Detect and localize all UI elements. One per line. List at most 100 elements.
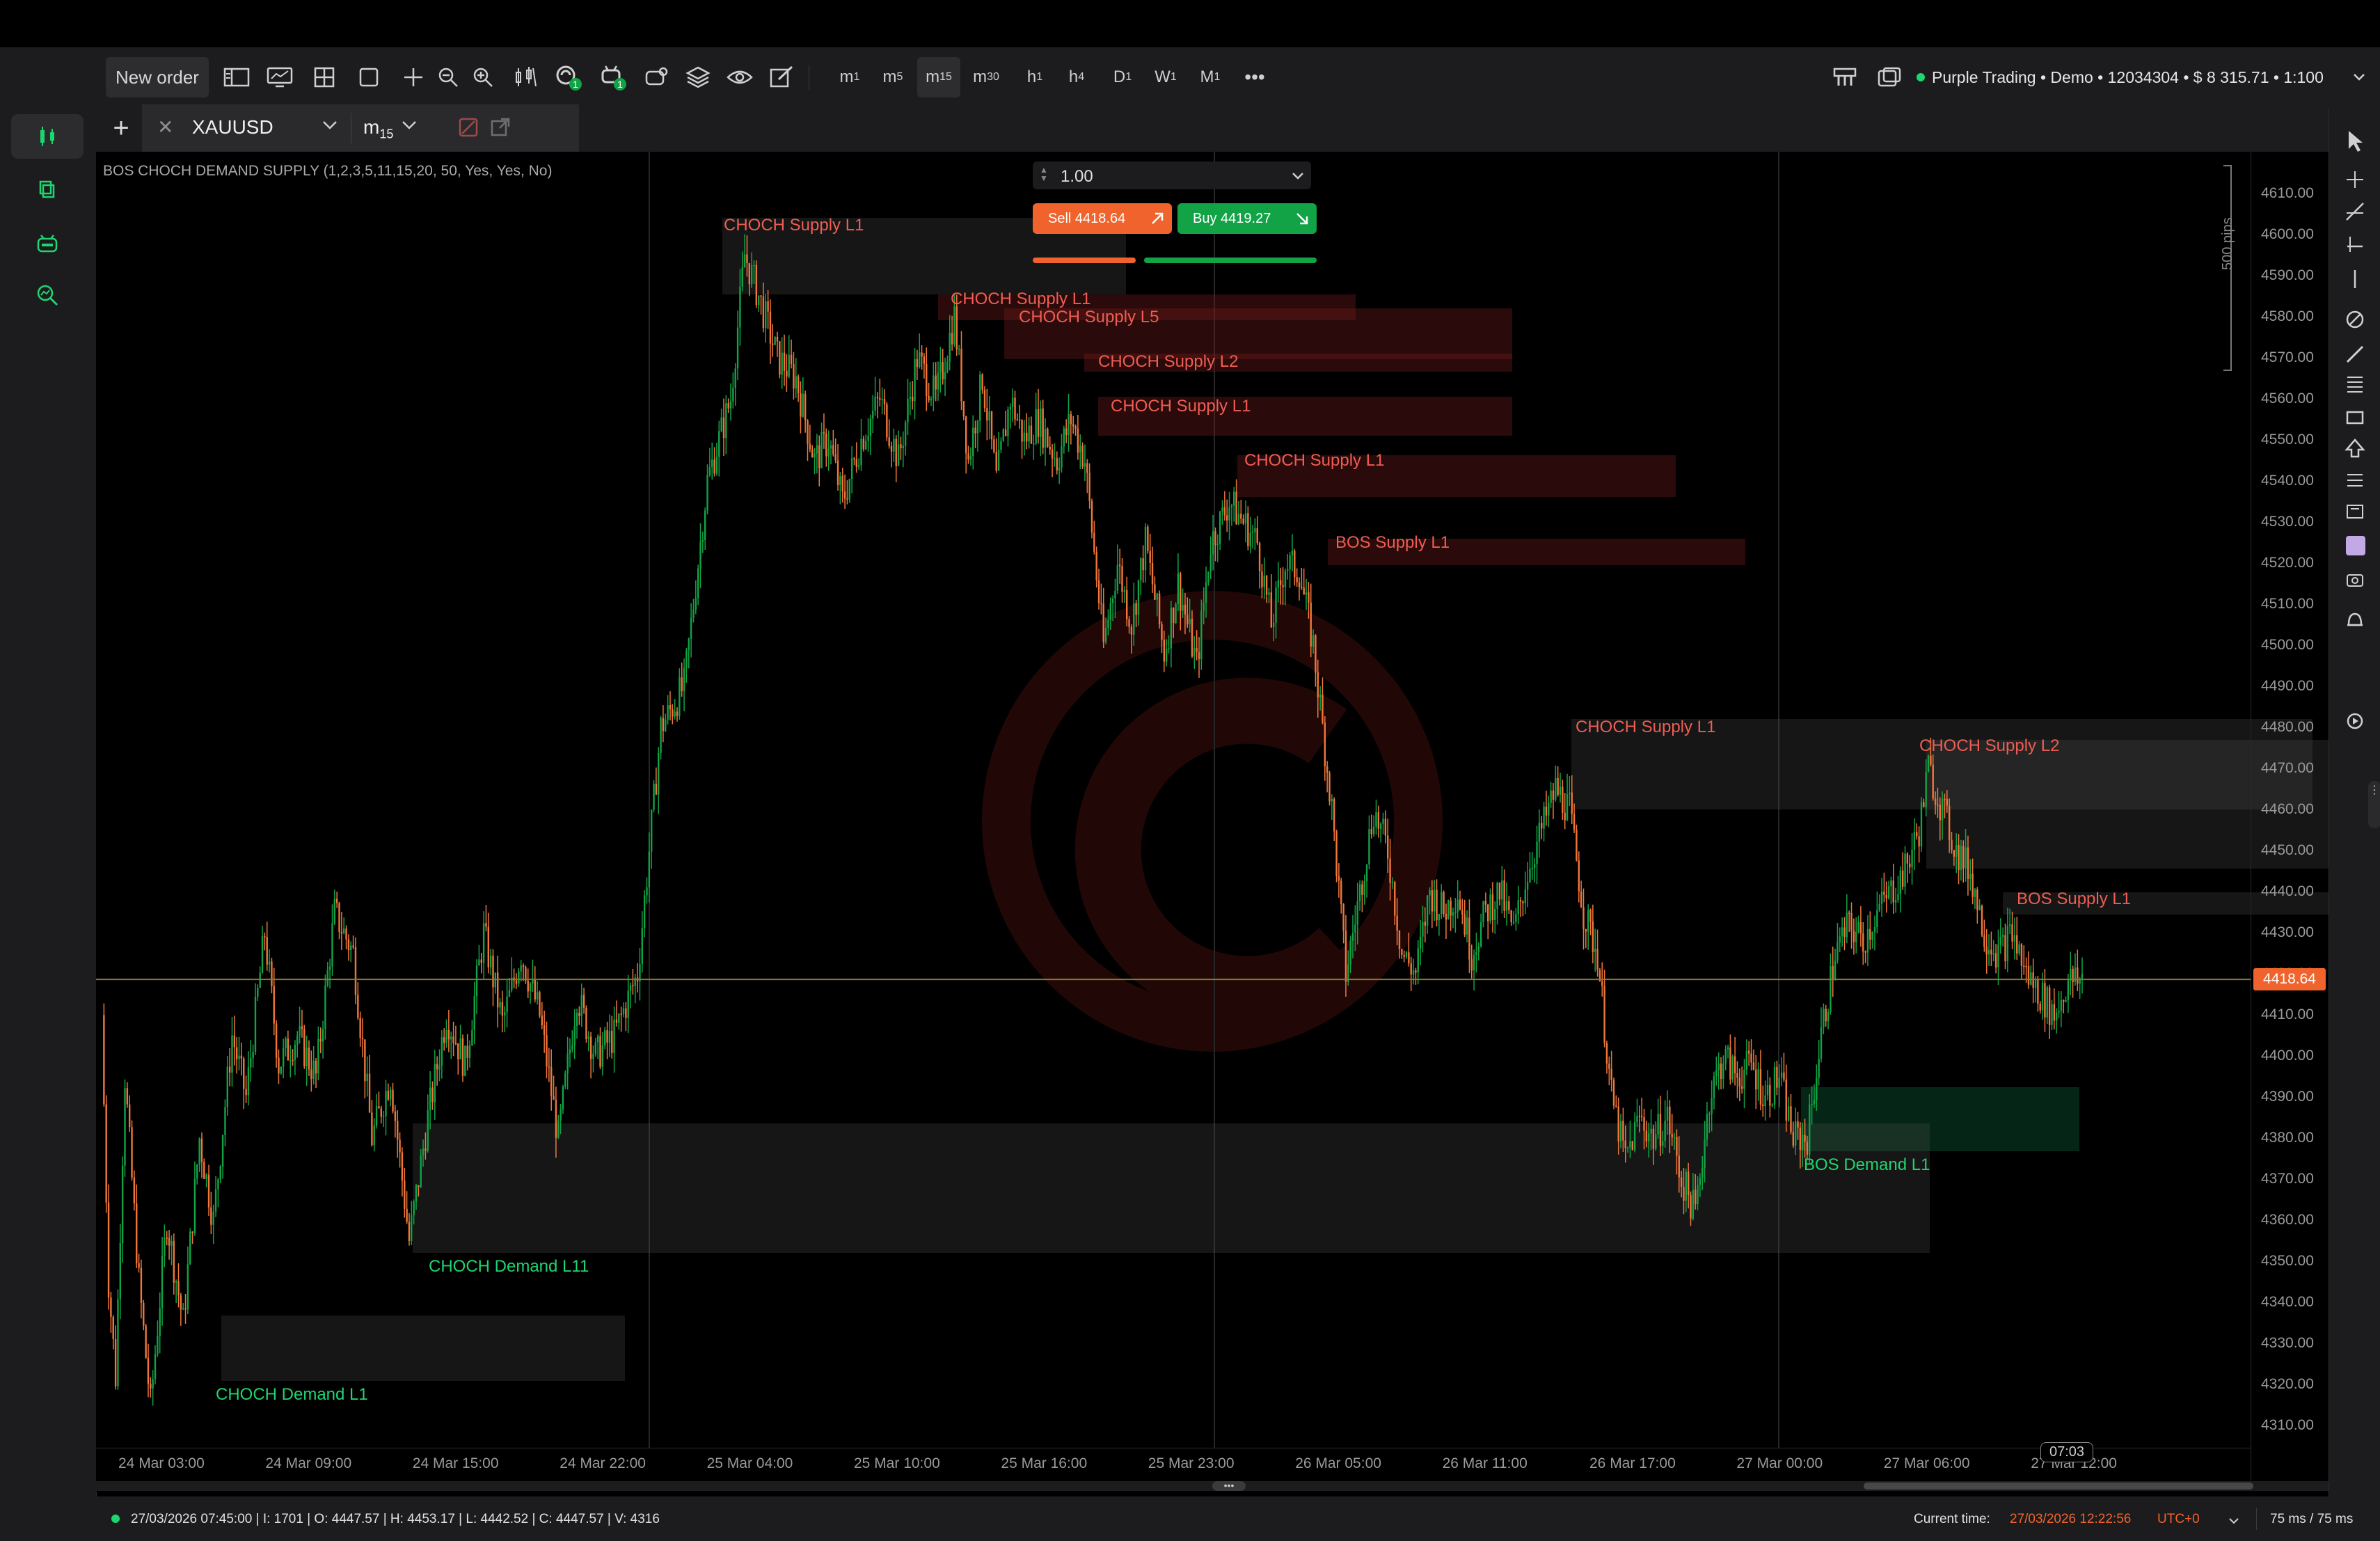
candle-body [1102, 603, 1104, 642]
candle-body [1344, 931, 1347, 982]
replay-icon[interactable] [2347, 713, 2363, 729]
timeframe-W1[interactable]: W1 [1147, 57, 1184, 97]
candle-body [786, 370, 788, 377]
candle-body [164, 1238, 166, 1256]
buy-button[interactable]: Buy 4419.27 [1177, 203, 1317, 234]
candle-body [1722, 1063, 1724, 1080]
layers-icon[interactable] [681, 57, 715, 97]
rectangle-tool-icon[interactable] [2346, 411, 2364, 425]
drawing-toggle-icon[interactable] [458, 117, 479, 141]
crosshair-tool-icon[interactable] [2347, 171, 2363, 188]
candle-body [1827, 1012, 1830, 1022]
pen-tool-icon[interactable] [2346, 345, 2364, 363]
timeframe-D1[interactable]: D1 [1104, 57, 1141, 97]
timeframe-h4[interactable]: h4 [1058, 57, 1095, 97]
market-watch-icon[interactable] [1827, 57, 1862, 97]
chart-tab[interactable]: ✕ XAUUSD m15 [142, 104, 579, 152]
detach-tab-icon[interactable] [490, 117, 511, 141]
chart-area[interactable]: BOS CHOCH DEMAND SUPPLY (1,2,3,5,11,15,2… [96, 152, 2329, 1492]
volume-input[interactable]: ▲ ▼ 1.00 [1033, 161, 1311, 189]
price-tick-label: 4400.00 [2261, 1048, 2314, 1064]
symbol-label[interactable]: XAUUSD [192, 116, 273, 139]
layout-icon[interactable] [220, 57, 253, 97]
arrow-tool-icon[interactable] [2345, 438, 2365, 458]
timeframe-m1[interactable]: m1 [831, 57, 868, 97]
candle-body [1324, 722, 1326, 766]
timeframe-h1[interactable]: h1 [1016, 57, 1054, 97]
time-axis[interactable]: 24 Mar 03:00 24 Mar 09:00 24 Mar 15:00 24 M… [96, 1448, 2251, 1478]
fibonacci-icon[interactable] [2347, 377, 2363, 393]
candle-body [942, 362, 944, 379]
more-timeframes-button[interactable]: ••• [1237, 57, 1272, 97]
candle-body [543, 1025, 546, 1036]
timezone-selector[interactable]: UTC+0 [2157, 1512, 2200, 1527]
plugins-icon[interactable] [639, 57, 674, 97]
color-swatch[interactable] [2346, 536, 2365, 555]
candle-body [667, 705, 669, 720]
trade-window-icon[interactable] [1872, 57, 1907, 97]
single-layout-icon[interactable] [352, 57, 386, 97]
sell-button[interactable]: Sell 4418.64 [1033, 203, 1172, 234]
candle-body [1200, 610, 1203, 660]
candle-body [1582, 907, 1585, 929]
volume-stepper-icon[interactable]: ▲ ▼ [1040, 166, 1048, 182]
timezone-dropdown-icon[interactable] [2228, 1515, 2239, 1530]
candle-body [846, 498, 848, 500]
chevron-down-icon[interactable] [2345, 57, 2373, 97]
candle-body [1617, 1106, 1619, 1141]
candle-body [1517, 900, 1519, 915]
panel-collapse-handle[interactable]: ⋮ [2368, 781, 2380, 828]
zoom-out-icon[interactable] [433, 57, 463, 97]
timeframe-M1[interactable]: M1 [1191, 57, 1229, 97]
grid-layout-icon[interactable] [308, 57, 341, 97]
analysis-nav-button[interactable] [11, 273, 84, 317]
text-tool-icon[interactable] [2347, 505, 2363, 519]
candle-body [1028, 425, 1030, 442]
zoom-in-icon[interactable] [468, 57, 498, 97]
candle-body [1866, 928, 1869, 953]
robot-nav-button[interactable] [11, 221, 84, 266]
timeframe-label[interactable]: m15 [363, 116, 393, 142]
horizontal-line-icon[interactable] [2347, 237, 2363, 252]
trend-line-icon[interactable] [2346, 203, 2364, 221]
crosshair-icon[interactable] [397, 57, 430, 97]
indicators-icon[interactable]: 1 [550, 57, 587, 97]
chart-nav-button[interactable] [11, 114, 84, 159]
edit-chart-icon[interactable] [764, 57, 799, 97]
bots-icon[interactable]: 1 [594, 57, 632, 97]
volume-dropdown-icon[interactable] [1292, 171, 1304, 184]
documents-nav-button[interactable] [11, 167, 84, 212]
candle-body [1144, 526, 1147, 571]
ruler-tool-icon[interactable] [2347, 474, 2363, 487]
angle-tool-icon[interactable] [2346, 310, 2364, 329]
close-tab-icon[interactable]: ✕ [157, 116, 173, 139]
camera-icon[interactable] [2347, 574, 2363, 587]
eye-icon[interactable] [722, 57, 757, 97]
timeframe-m30[interactable]: m 30 [965, 57, 1008, 97]
account-info[interactable]: Purple Trading • Demo • 12034304 • $ 8 3… [1917, 57, 2362, 97]
timeframe-m5[interactable]: m5 [874, 57, 912, 97]
new-order-button[interactable]: New order [106, 57, 209, 97]
candle-body [1282, 585, 1284, 587]
scrollbar-thumb[interactable] [1864, 1483, 2253, 1489]
candle-body [1322, 694, 1324, 723]
chart-type-icon[interactable] [508, 57, 543, 97]
timeframe-m15[interactable]: m 15 [917, 57, 960, 97]
indicator-label[interactable]: BOS CHOCH DEMAND SUPPLY (1,2,3,5,11,15,2… [103, 163, 552, 180]
candle-body [1769, 1084, 1771, 1106]
price-axis[interactable]: 4610.00 4600.00 4590.00 4580.00 4570.00 4560.… [2251, 152, 2329, 1492]
monitor-chart-icon[interactable] [263, 57, 296, 97]
candle-body [1610, 1068, 1612, 1080]
volume-value[interactable]: 1.00 [1061, 167, 1093, 187]
bell-icon[interactable] [2347, 613, 2363, 626]
candle-body [573, 1025, 576, 1045]
add-tab-button[interactable]: + [103, 109, 139, 148]
scroll-handle-icon[interactable]: ••• [1212, 1480, 1246, 1491]
pointer-icon[interactable] [2349, 131, 2363, 152]
horizontal-scrollbar[interactable]: ••• [96, 1480, 2329, 1491]
timeframe-dropdown-icon[interactable] [401, 120, 418, 134]
candle-body [1960, 846, 1962, 871]
candle-body [2048, 987, 2051, 1025]
symbol-dropdown-icon[interactable] [322, 120, 338, 134]
candle-body [152, 1379, 154, 1389]
